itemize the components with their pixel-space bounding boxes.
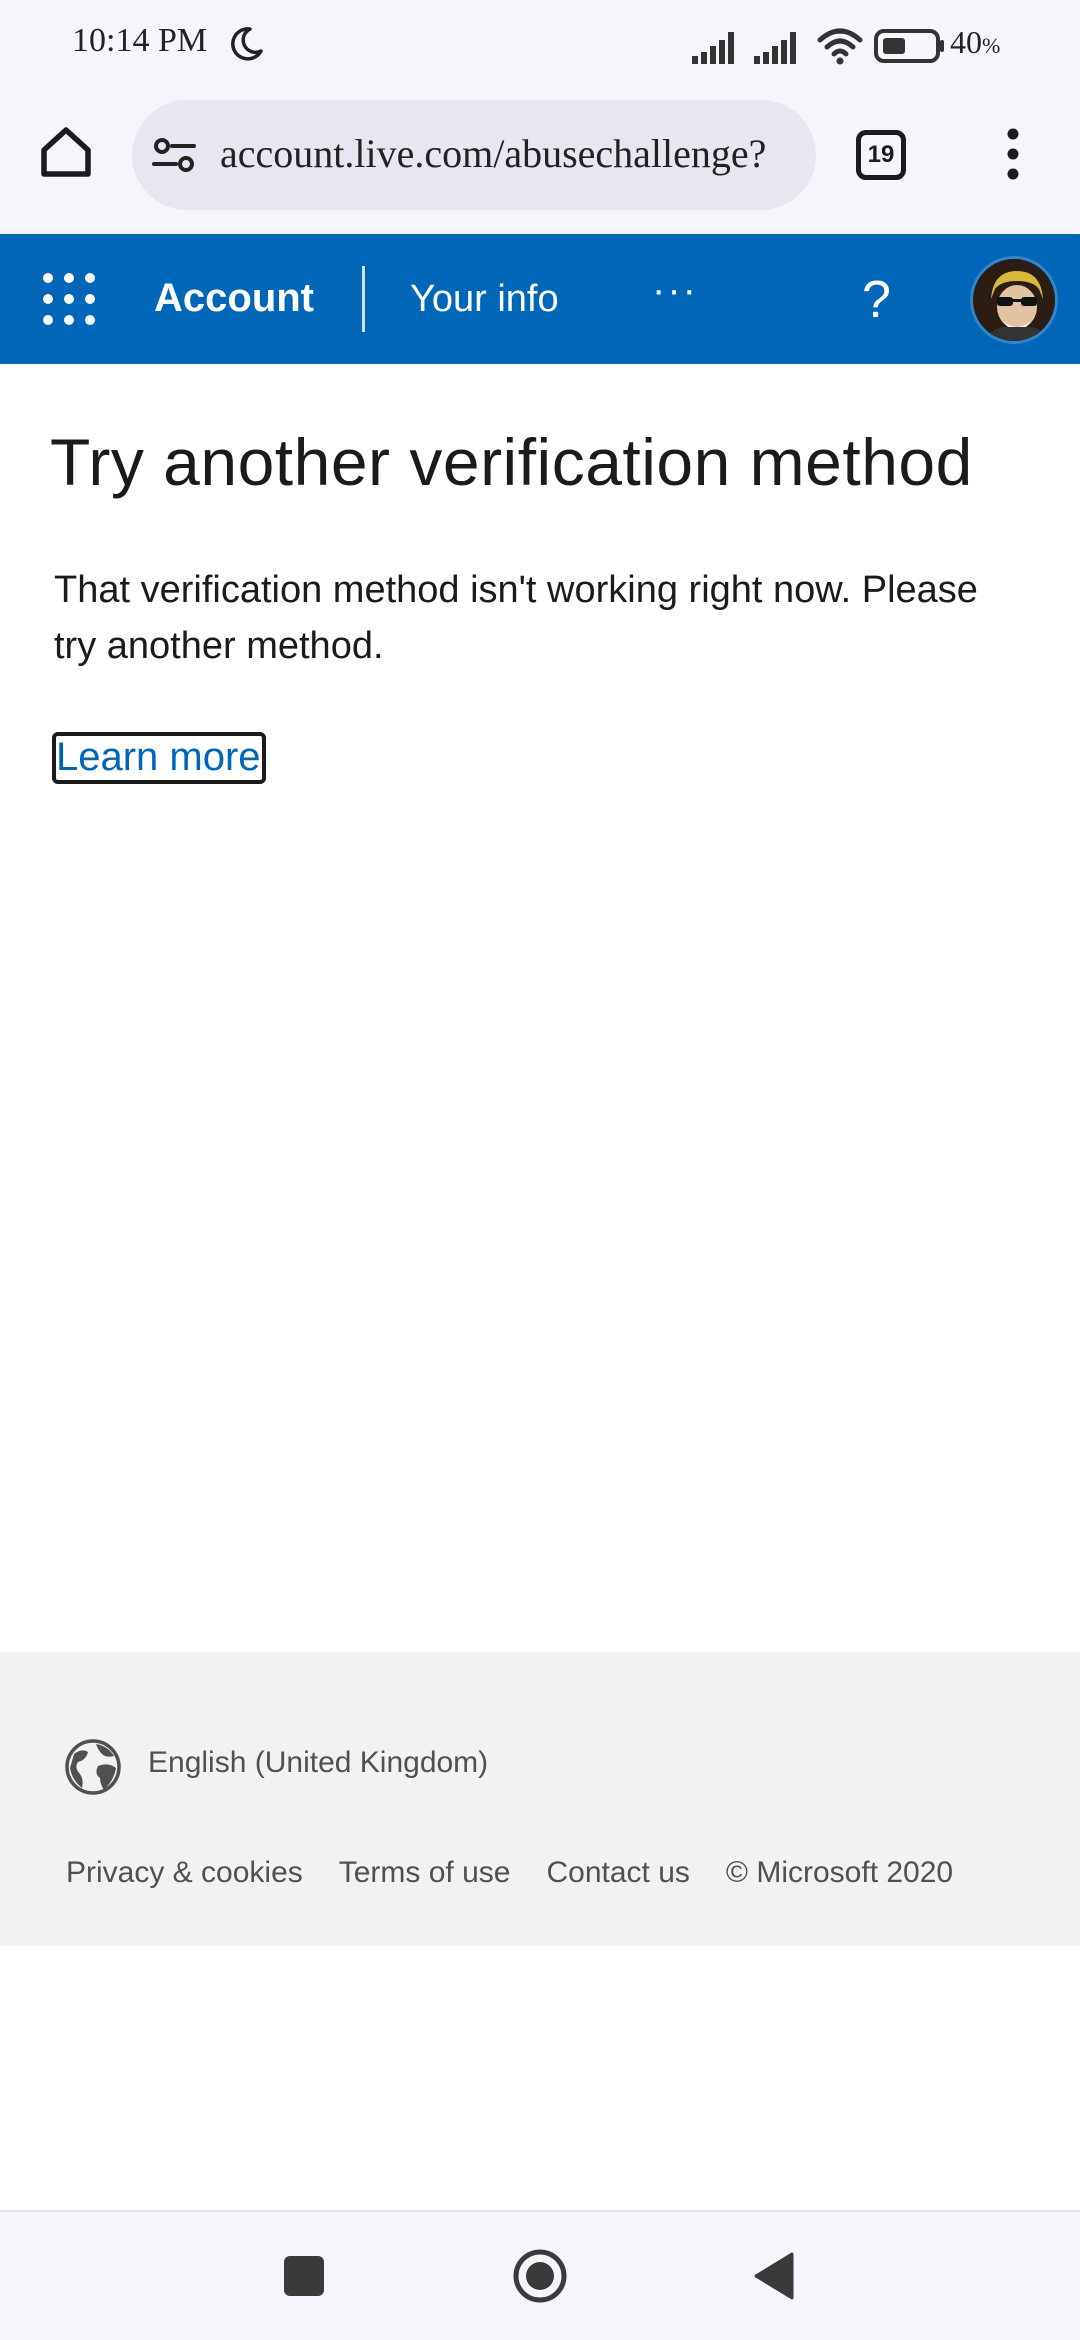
privacy-cookies-link[interactable]: Privacy & cookies — [66, 1856, 303, 1890]
more-vert-icon[interactable] — [998, 124, 1028, 184]
account-header: Account Your info ··· ? — [0, 234, 1080, 364]
error-description: That verification method isn't working r… — [54, 569, 978, 667]
nav-your-info[interactable]: Your info — [410, 278, 559, 321]
signal-icon — [692, 32, 734, 64]
footer-links: Privacy & cookies Terms of use Contact u… — [66, 1856, 953, 1890]
tab-count: 19 — [867, 141, 895, 168]
brand-title[interactable]: Account — [154, 276, 314, 321]
status-bar: 10:14 PM 40% — [0, 0, 1080, 92]
battery-level: 40% — [950, 24, 1001, 60]
url-text[interactable]: account.live.com/abusechallenge? — [220, 130, 802, 177]
moon-icon — [231, 27, 263, 61]
address-bar[interactable]: account.live.com/abusechallenge? — [132, 100, 816, 210]
page-title: Try another verification method — [50, 425, 973, 499]
more-nav-button[interactable]: ··· — [652, 268, 698, 313]
tune-icon[interactable] — [150, 130, 200, 180]
terms-of-use-link[interactable]: Terms of use — [339, 1856, 511, 1890]
browser-toolbar: account.live.com/abusechallenge? 19 — [0, 92, 1080, 234]
avatar[interactable] — [970, 256, 1058, 344]
header-divider — [362, 266, 365, 332]
recents-square-icon[interactable] — [284, 2256, 324, 2296]
contact-us-link[interactable]: Contact us — [546, 1856, 689, 1890]
app-launcher-icon[interactable] — [40, 270, 98, 328]
battery-icon — [874, 29, 944, 63]
home-circle-icon[interactable] — [512, 2248, 568, 2304]
page-footer: English (United Kingdom) Privacy & cooki… — [0, 1652, 1080, 1946]
system-nav-bar — [0, 2210, 1080, 2340]
copyright-text: © Microsoft 2020 — [725, 1856, 954, 1889]
signal-icon — [754, 32, 796, 64]
status-time: 10:14 PM — [72, 22, 208, 59]
wifi-icon — [817, 28, 863, 65]
help-button[interactable]: ? — [862, 270, 891, 330]
learn-more-link[interactable]: Learn more — [52, 732, 266, 784]
home-icon[interactable] — [34, 120, 98, 184]
tab-switcher-button[interactable]: 19 — [856, 130, 906, 180]
back-triangle-icon[interactable] — [752, 2250, 796, 2302]
language-selector[interactable]: English (United Kingdom) — [148, 1746, 488, 1780]
globe-icon — [65, 1739, 121, 1795]
